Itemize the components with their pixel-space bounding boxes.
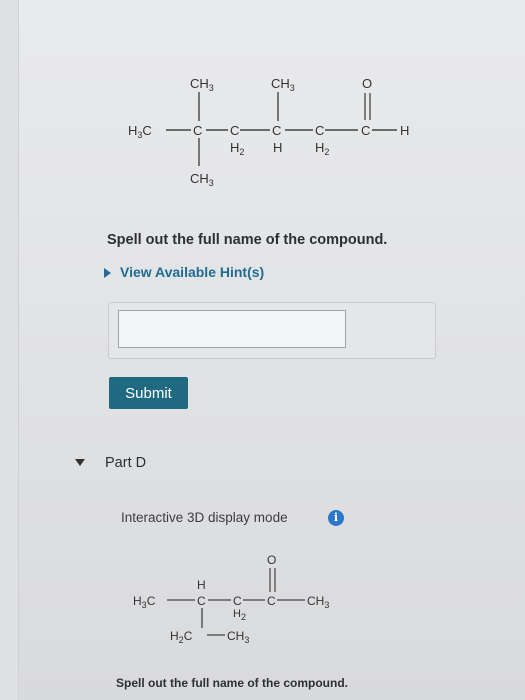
atom-c3: C <box>272 123 281 138</box>
d-h3c-label: H3C <box>133 594 156 610</box>
d-oxygen-label: O <box>267 553 276 567</box>
left-rule <box>0 0 19 700</box>
view-hints-link[interactable]: View Available Hint(s) <box>104 264 264 280</box>
atom-c1: C <box>193 123 202 138</box>
d-h2c-label: H2C <box>170 629 193 645</box>
display-mode-label: Interactive 3D display mode <box>121 510 288 525</box>
h3c-left-label: H3C <box>128 123 152 140</box>
part-d-label: Part D <box>105 455 147 471</box>
part-d-prompt: Spell out the full name of the compound. <box>116 676 348 690</box>
h2-label-2: H2 <box>315 140 329 157</box>
answer-panel <box>108 302 436 359</box>
question-prompt: Spell out the full name of the compound. <box>107 232 388 248</box>
expand-triangle-icon <box>104 268 111 278</box>
submit-button[interactable]: Submit <box>109 377 188 409</box>
atom-c2: C <box>230 123 239 138</box>
d-atom-c2: C <box>197 594 206 608</box>
d-h-label: H <box>197 578 206 592</box>
atom-c4: C <box>315 123 324 138</box>
molecule-a-structure: H3C C CH3 CH3 C H2 C CH3 H C H2 C O H <box>128 76 409 188</box>
ch3-bottom-1: CH3 <box>190 171 214 188</box>
oxygen-label: O <box>362 76 372 91</box>
info-icon[interactable]: i <box>328 510 344 526</box>
aldehyde-h-label: H <box>400 123 409 138</box>
ch3-top-1: CH3 <box>190 76 214 93</box>
d-ch3-right: CH3 <box>307 594 329 610</box>
molecule-d-structure: H3C C H C H2 C O CH3 H2C CH3 <box>133 553 329 645</box>
d-h2-label: H2 <box>233 608 246 622</box>
h-label-c3: H <box>273 140 282 155</box>
h2-label-1: H2 <box>230 140 244 157</box>
d-ch3-bottom: CH3 <box>227 629 249 645</box>
ch3-top-2: CH3 <box>271 76 295 93</box>
d-atom-c4: C <box>267 594 276 608</box>
atom-c5: C <box>361 123 370 138</box>
part-d-header[interactable]: Part D <box>75 455 146 471</box>
answer-input[interactable] <box>118 310 346 348</box>
d-atom-c3: C <box>233 594 242 608</box>
collapse-caret-icon <box>75 459 85 466</box>
hint-label: View Available Hint(s) <box>120 264 265 280</box>
